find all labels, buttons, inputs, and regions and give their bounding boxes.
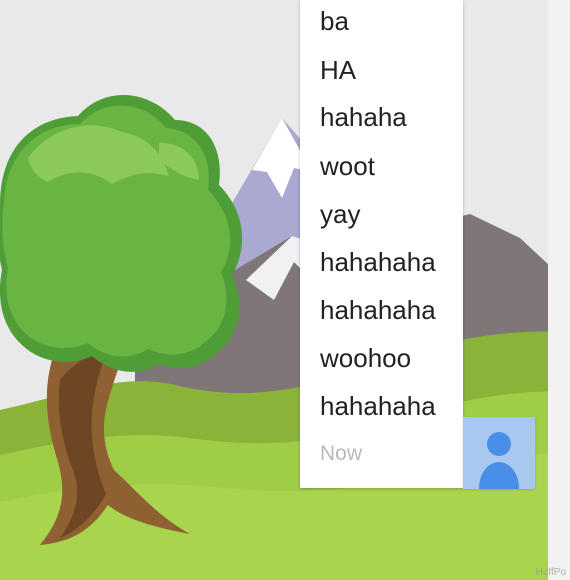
chat-message: woot <box>320 151 375 181</box>
chat-message: hahahaha <box>320 391 436 421</box>
chat-message: hahaha <box>320 102 407 132</box>
user-avatar-icon <box>479 432 519 489</box>
side-edge-strip <box>548 0 570 580</box>
chat-conversation-panel: ba HA hahaha woot yay hahahaha hahahaha … <box>300 0 463 488</box>
user-avatar[interactable] <box>463 417 535 489</box>
background-landscape <box>0 0 570 580</box>
chat-message: HA <box>320 55 357 85</box>
chat-message: yay <box>320 199 361 229</box>
chat-message: ba <box>320 6 349 36</box>
chat-message: hahahaha <box>320 247 436 277</box>
chat-message: hahahaha <box>320 295 436 325</box>
message-timestamp: Now <box>320 442 363 465</box>
watermark: HuffPo <box>535 567 566 578</box>
chat-message: woohoo <box>320 343 412 373</box>
